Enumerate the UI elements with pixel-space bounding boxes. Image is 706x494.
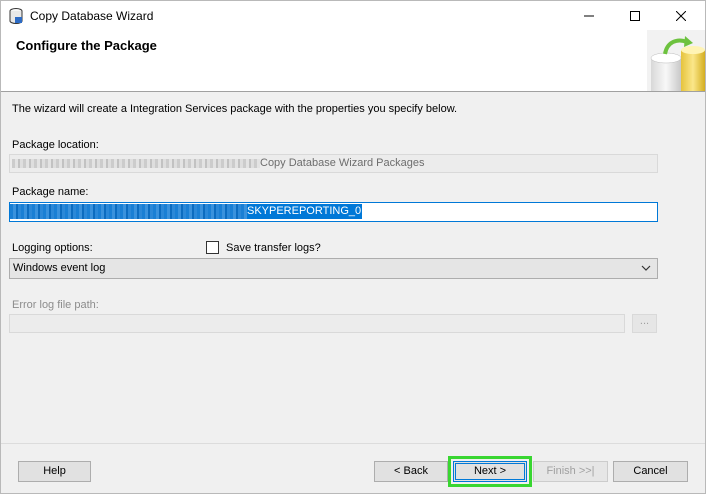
wizard-content: The wizard will create a Integration Ser… (1, 93, 705, 443)
redacted-path (12, 158, 260, 168)
next-button[interactable]: Next > (453, 461, 527, 482)
logging-selected-value: Windows event log (13, 262, 106, 274)
package-location-value: Copy Database Wizard Packages (260, 157, 425, 169)
save-transfer-logs-label: Save transfer logs? (226, 241, 321, 254)
title-bar: Copy Database Wizard (1, 1, 705, 30)
redacted-name (10, 204, 247, 219)
checkbox-box[interactable] (206, 241, 219, 254)
package-name-value: SKYPEREPORTING_0 (247, 205, 362, 217)
package-location-field: Copy Database Wizard Packages (9, 154, 658, 173)
logging-options-select[interactable]: Windows event log (9, 258, 658, 279)
package-name-input[interactable]: SKYPEREPORTING_0 (9, 202, 658, 222)
close-button[interactable] (658, 1, 704, 30)
window-title: Copy Database Wizard (30, 9, 154, 23)
save-transfer-logs-checkbox[interactable]: Save transfer logs? (206, 241, 321, 254)
minimize-icon (584, 15, 594, 16)
package-name-selection: SKYPEREPORTING_0 (10, 204, 363, 219)
browse-button[interactable]: ... (632, 314, 657, 333)
error-log-path-input[interactable] (9, 314, 625, 333)
back-button[interactable]: < Back (374, 461, 448, 482)
cancel-button[interactable]: Cancel (613, 461, 688, 482)
help-button[interactable]: Help (18, 461, 91, 482)
page-title: Configure the Package (16, 38, 157, 53)
package-name-label: Package name: (12, 186, 89, 198)
maximize-icon (630, 10, 640, 21)
logging-options-label: Logging options: (12, 242, 93, 254)
error-log-path-label: Error log file path: (12, 299, 99, 311)
database-arrow-icon (647, 30, 705, 91)
finish-button[interactable]: Finish >>| (533, 461, 608, 482)
copy-database-wizard-window: Copy Database Wizard Configure the Packa… (0, 0, 706, 494)
database-icon (9, 8, 23, 24)
minimize-button[interactable] (566, 1, 612, 30)
chevron-down-icon (641, 265, 651, 271)
close-icon (676, 10, 686, 21)
wizard-header: Configure the Package (1, 30, 705, 92)
maximize-button[interactable] (612, 1, 658, 30)
package-location-label: Package location: (12, 139, 99, 151)
intro-text: The wizard will create a Integration Ser… (12, 103, 458, 115)
wizard-footer: Help < Back Next > Finish >>| Cancel (1, 443, 705, 493)
